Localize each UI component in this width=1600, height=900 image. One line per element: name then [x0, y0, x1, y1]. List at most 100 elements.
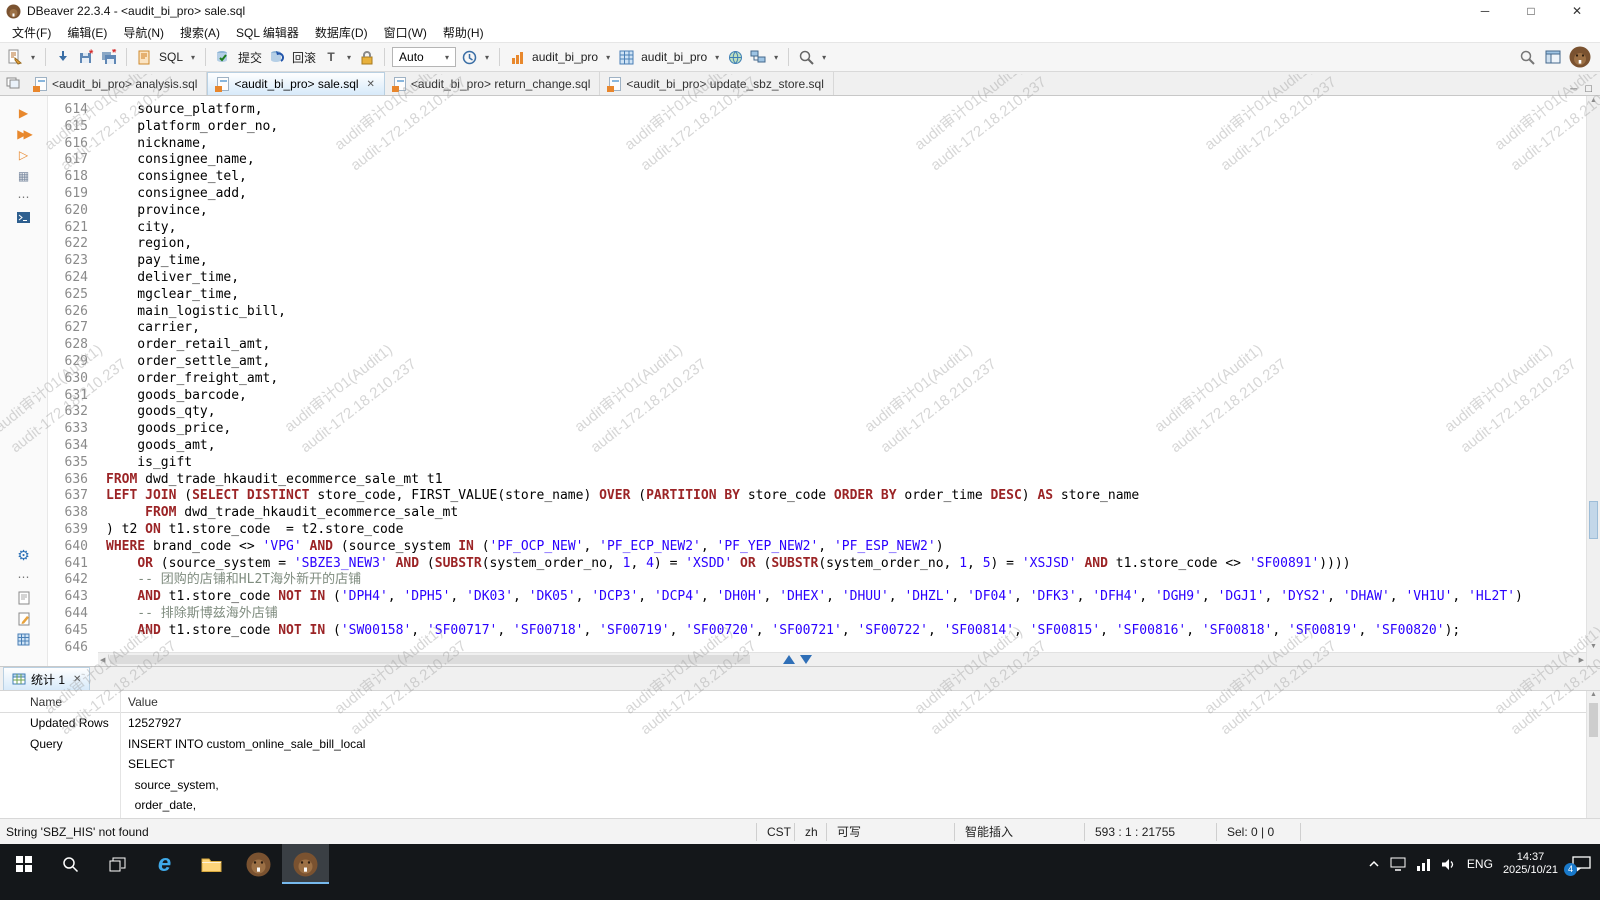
task-view-button[interactable]	[94, 844, 141, 884]
editor-tab-update-sbz-store[interactable]: <audit_bi_pro> update_sbz_store.sql	[600, 72, 833, 95]
arrow-down-icon[interactable]	[53, 46, 73, 68]
search-dropdown-icon[interactable]: ▾	[819, 53, 829, 62]
editor-list-icon[interactable]	[0, 71, 26, 95]
settings-gear-icon[interactable]: ⚙	[14, 547, 34, 564]
close-tab-icon[interactable]: ✕	[367, 79, 375, 90]
table-row[interactable]: order_date,	[0, 795, 1600, 816]
network-dropdown-icon[interactable]: ▾	[771, 53, 781, 62]
code-line[interactable]: WHERE brand_code <> 'VPG' AND (source_sy…	[106, 539, 1586, 556]
code-line[interactable]: goods_amt,	[106, 438, 1586, 455]
edit-file-icon[interactable]	[14, 610, 34, 627]
tray-expand-icon[interactable]	[1368, 859, 1380, 869]
code-line[interactable]: OR (source_system = 'SBZE3_NEW3' AND (SU…	[106, 556, 1586, 573]
scroll-right-icon[interactable]: ▶	[1579, 656, 1584, 664]
new-sql-script-dropdown-icon[interactable]: ▾	[28, 53, 38, 62]
minimize-panel-icon[interactable]: ─	[1570, 84, 1577, 95]
table-row[interactable]: SELECT	[0, 754, 1600, 775]
code-line[interactable]: -- 团购的店铺和HL2T海外新开的店铺	[106, 572, 1586, 589]
action-center-icon[interactable]: 4	[1568, 852, 1594, 876]
language-indicator[interactable]: ENG	[1467, 857, 1493, 871]
code-line[interactable]: consignee_name,	[106, 152, 1586, 169]
file-explorer-icon[interactable]	[188, 844, 235, 884]
code-line[interactable]: order_freight_amt,	[106, 371, 1586, 388]
menu-navigate[interactable]: 导航(N)	[115, 22, 172, 43]
connection-select[interactable]: audit_bi_pro	[530, 50, 600, 64]
code-line[interactable]: carrier,	[106, 320, 1586, 337]
save-icon[interactable]: *	[76, 46, 96, 68]
status-selection[interactable]: Sel: 0 | 0	[1216, 823, 1300, 841]
taskbar-search-icon[interactable]	[47, 844, 94, 884]
data-grid-icon[interactable]	[14, 631, 34, 648]
transaction-dropdown-icon[interactable]: ▾	[344, 53, 354, 62]
search-icon[interactable]	[796, 46, 816, 68]
connection-dropdown-icon[interactable]: ▾	[603, 53, 613, 62]
close-button[interactable]: ✕	[1554, 0, 1600, 22]
taskbar-clock[interactable]: 14:37 2025/10/21	[1503, 851, 1558, 877]
execute-statement-icon[interactable]: ▶	[14, 104, 34, 121]
table-row[interactable]: Updated Rows12527927	[0, 713, 1600, 734]
code-line[interactable]: main_logistic_bill,	[106, 304, 1586, 321]
code-line[interactable]: consignee_add,	[106, 186, 1586, 203]
editor-tab-return-change[interactable]: <audit_bi_pro> return_change.sql	[385, 72, 600, 95]
code-line[interactable]: source_platform,	[106, 102, 1586, 119]
code-line[interactable]: pay_time,	[106, 253, 1586, 270]
code-line[interactable]: LEFT JOIN (SELECT DISTINCT store_code, F…	[106, 488, 1586, 505]
rollback-button-label[interactable]: 回滚	[290, 49, 318, 66]
commit-button-label[interactable]: 提交	[236, 49, 264, 66]
code-line[interactable]: order_settle_amt,	[106, 354, 1586, 371]
pc-status-icon[interactable]	[1390, 857, 1406, 871]
panel-scroll-up-icon[interactable]: ▲	[1590, 691, 1597, 698]
more-icon[interactable]: ⋯	[14, 568, 34, 585]
menu-window[interactable]: 窗口(W)	[376, 22, 435, 43]
dbeaver-taskbar-icon-active[interactable]	[282, 844, 329, 884]
quick-search-icon[interactable]	[1517, 46, 1537, 68]
status-timezone[interactable]: CST	[756, 823, 794, 841]
network-status-icon[interactable]	[1416, 858, 1431, 871]
sash-down-icon[interactable]	[800, 655, 812, 664]
menu-search[interactable]: 搜索(A)	[172, 22, 228, 43]
sash-up-icon[interactable]	[783, 655, 795, 664]
save-all-icon[interactable]: *	[99, 46, 119, 68]
minimize-button[interactable]: ─	[1462, 0, 1508, 22]
dbeaver-beaver-icon[interactable]	[1569, 46, 1591, 68]
code-line[interactable]: is_gift	[106, 455, 1586, 472]
code-line[interactable]: mgclear_time,	[106, 287, 1586, 304]
table-row[interactable]: QueryINSERT INTO custom_online_sale_bill…	[0, 734, 1600, 755]
code-line[interactable]: -- 排除斯博兹海外店铺	[106, 606, 1586, 623]
editor-tab-analysis[interactable]: <audit_bi_pro> analysis.sql	[26, 72, 207, 95]
code-line[interactable]: deliver_time,	[106, 270, 1586, 287]
rollback-icon[interactable]	[267, 46, 287, 68]
status-insert-mode[interactable]: 智能插入	[954, 823, 1084, 841]
status-write-mode[interactable]: 可写	[826, 823, 954, 841]
transaction-log-icon[interactable]: T	[321, 46, 341, 68]
execute-new-tab-icon[interactable]: ▷	[14, 146, 34, 163]
code-line[interactable]: order_retail_amt,	[106, 337, 1586, 354]
column-header-name[interactable]: Name	[0, 695, 120, 709]
perspective-icon[interactable]	[1543, 46, 1563, 68]
open-console-icon[interactable]	[14, 209, 34, 226]
column-header-value[interactable]: Value	[120, 695, 158, 709]
panel-scrollbar[interactable]: ▲	[1586, 691, 1600, 818]
more-actions-icon[interactable]: ⋯	[14, 188, 34, 205]
globe-icon[interactable]	[725, 46, 745, 68]
history-icon[interactable]	[459, 46, 479, 68]
status-language[interactable]: zh	[794, 823, 826, 841]
code-line[interactable]: city,	[106, 220, 1586, 237]
scroll-left-icon[interactable]: ◀	[100, 656, 105, 664]
autocommit-select[interactable]: Auto ▾	[392, 47, 456, 67]
menu-help[interactable]: 帮助(H)	[435, 22, 492, 43]
scroll-up-icon[interactable]: ▲	[1587, 97, 1600, 104]
new-sql-script-icon[interactable]	[5, 46, 25, 68]
menu-sql-editor[interactable]: SQL 编辑器	[228, 22, 307, 43]
code-line[interactable]: FROM dwd_trade_hkaudit_ecommerce_sale_mt…	[106, 472, 1586, 489]
horizontal-scroll-thumb[interactable]	[110, 655, 750, 664]
menu-edit[interactable]: 编辑(E)	[59, 22, 115, 43]
status-caret-position[interactable]: 593 : 1 : 21755	[1084, 823, 1216, 841]
code-line[interactable]: nickname,	[106, 136, 1586, 153]
commit-icon[interactable]	[213, 46, 233, 68]
scroll-down-icon[interactable]: ▼	[1587, 643, 1600, 650]
code-line[interactable]: AND t1.store_code NOT IN ('DPH4', 'DPH5'…	[106, 589, 1586, 606]
code-line[interactable]: goods_barcode,	[106, 388, 1586, 405]
close-statistics-tab-icon[interactable]: ✕	[73, 674, 81, 685]
vertical-scroll-thumb[interactable]	[1589, 501, 1598, 539]
